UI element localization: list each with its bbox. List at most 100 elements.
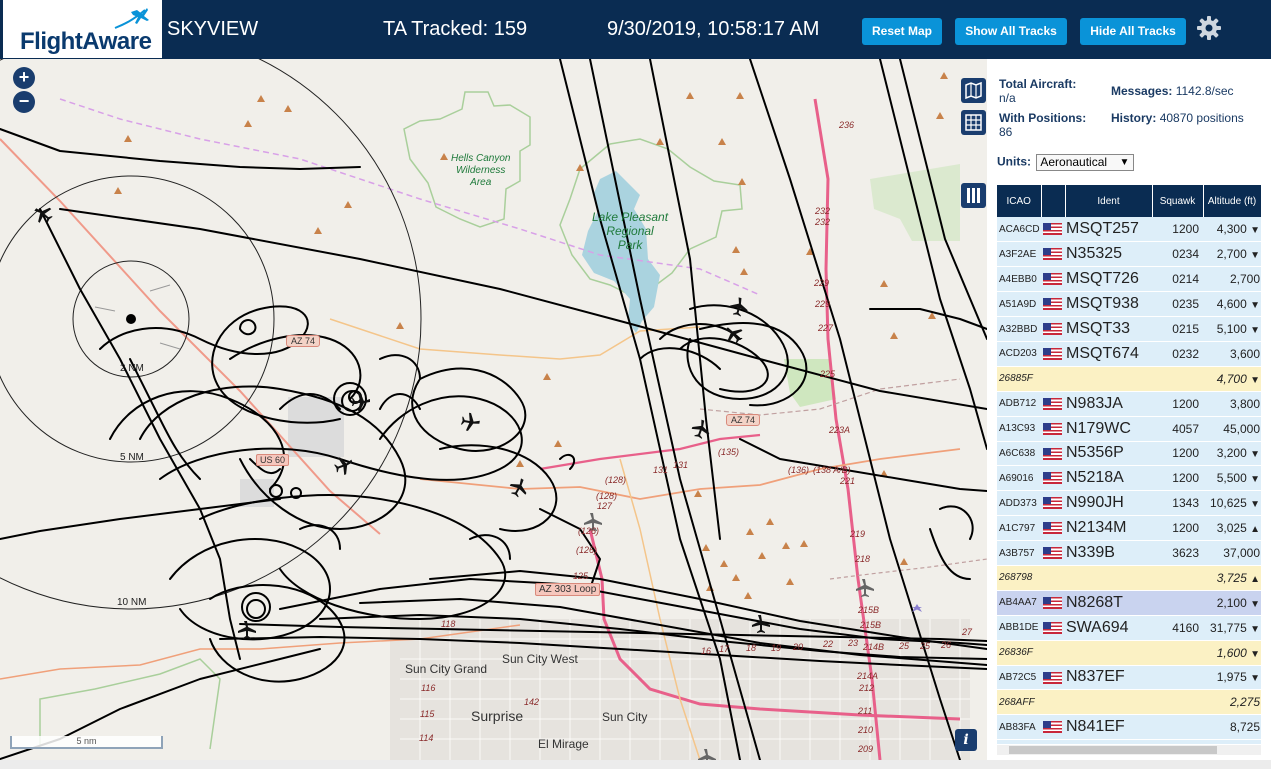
- table-row[interactable]: A4EBB0 MSQT726 0214 2,700: [997, 266, 1261, 293]
- road-label: 225: [820, 369, 836, 379]
- label-hells-canyon: Hells Canyon Wilderness Area: [451, 153, 511, 188]
- table-row[interactable]: A6C638 N5356P 1200 3,200 ▼: [997, 441, 1261, 467]
- table-row[interactable]: A1C797 N2134M 1200 3,025 ▲: [997, 515, 1261, 542]
- top-header: FlightAware SKYVIEW TA Tracked: 159 9/30…: [0, 0, 1271, 59]
- aircraft-icon[interactable]: [352, 393, 370, 411]
- columns-toggle-button[interactable]: [961, 183, 986, 208]
- column-header-altitude[interactable]: Altitude (ft): [1203, 185, 1261, 217]
- table-row[interactable]: AB4AA7 N8268T 2,100 ▼: [997, 590, 1261, 616]
- app-title: SKYVIEW: [167, 18, 259, 40]
- map-view[interactable]: Hells Canyon Wilderness Area Lake Pleasant…: [0, 59, 987, 760]
- cell-flag: [1041, 615, 1065, 641]
- road-label: 17: [719, 644, 730, 654]
- zoom-in-button[interactable]: +: [13, 67, 35, 89]
- column-header-icao[interactable]: ICAO: [997, 185, 1042, 217]
- table-row[interactable]: 268798 3,725 ▲: [997, 565, 1261, 591]
- cell-altitude: 45,000: [1203, 416, 1261, 442]
- table-row[interactable]: 268AFF 2,275: [997, 689, 1261, 716]
- ring-label-2nm: 2 NM: [120, 363, 144, 374]
- table-row[interactable]: AB72C5 N837EF 1,975 ▼: [997, 665, 1261, 691]
- cell-squawk: 4160: [1152, 615, 1203, 641]
- table-row[interactable]: 26836F 1,600 ▼: [997, 640, 1261, 666]
- table-row[interactable]: A32BBD MSQT33 0215 5,100 ▼: [997, 316, 1261, 342]
- aircraft-table-container[interactable]: ICAO Ident Squawk Altitude (ft) ACA6CD MS…: [997, 185, 1261, 744]
- cell-squawk: 0214: [1152, 266, 1203, 293]
- cell-squawk: [1152, 689, 1203, 716]
- cell-ident: N837EF: [1065, 665, 1152, 691]
- table-row[interactable]: ACA6CD MSQT257 1200 4,300 ▼: [997, 217, 1261, 243]
- altitude-value: 37,000: [1223, 546, 1260, 561]
- us-flag-icon: [1043, 323, 1062, 336]
- cell-altitude: 3,800: [1203, 391, 1261, 417]
- cell-squawk: 1200: [1152, 515, 1203, 542]
- cell-icao: A6C638: [997, 441, 1041, 467]
- aircraft-icon[interactable]: [690, 418, 713, 441]
- us-flag-icon: [1043, 273, 1062, 286]
- us-flag-icon: [1043, 248, 1062, 261]
- column-header-squawk[interactable]: Squawk: [1152, 185, 1204, 217]
- horizontal-scrollbar[interactable]: [997, 745, 1261, 755]
- total-aircraft-label: Total Aircraft:: [999, 77, 1077, 91]
- map-layers-button[interactable]: [961, 78, 986, 103]
- road-label: (135): [718, 447, 740, 457]
- cell-flag: [1041, 665, 1065, 691]
- reset-map-button[interactable]: Reset Map: [862, 18, 942, 45]
- table-row[interactable]: A11435 N169ME: [997, 739, 1261, 744]
- road-label: 18: [746, 643, 757, 653]
- column-header-ident[interactable]: Ident: [1065, 185, 1153, 217]
- grid-icon: [965, 114, 982, 131]
- cell-altitude: 4,700 ▼: [1203, 366, 1261, 392]
- shield-az74-west: AZ 74: [286, 335, 321, 347]
- cell-icao: ADB712: [997, 391, 1041, 417]
- table-row[interactable]: A3F2AE N35325 0234 2,700 ▼: [997, 241, 1261, 268]
- table-row[interactable]: ACD203 MSQT674 0232 3,600: [997, 341, 1261, 367]
- cell-squawk: 0235: [1152, 291, 1203, 318]
- gear-icon[interactable]: [1196, 15, 1222, 41]
- grid-toggle-button[interactable]: [961, 110, 986, 135]
- zoom-out-button[interactable]: −: [13, 91, 35, 113]
- table-row[interactable]: ABB1DE SWA694 4160 31,775 ▼: [997, 615, 1261, 641]
- road-label: 114: [419, 733, 434, 743]
- positions-stat: With Positions: 86: [999, 111, 1086, 139]
- cell-altitude: 1,975 ▼: [1203, 665, 1261, 691]
- aircraft-table: ICAO Ident Squawk Altitude (ft) ACA6CD MS…: [997, 185, 1261, 744]
- table-row[interactable]: ADB712 N983JA 1200 3,800: [997, 391, 1261, 417]
- table-row[interactable]: A13C93 N179WC 4057 45,000: [997, 416, 1261, 442]
- altitude-trend-icon: ▼: [1250, 474, 1260, 486]
- altitude-value: 2,275: [1229, 695, 1260, 710]
- table-row[interactable]: A3B757 N339B 3623 37,000: [997, 540, 1261, 566]
- table-row[interactable]: A69016 N5218A 1200 5,500 ▼: [997, 465, 1261, 492]
- cell-squawk: [1152, 739, 1203, 744]
- road-label: 215B: [858, 605, 880, 615]
- column-header-flag[interactable]: [1041, 185, 1066, 217]
- table-header-row: ICAO Ident Squawk Altitude (ft): [997, 185, 1261, 217]
- road-label: 229: [815, 299, 831, 309]
- units-value: Aeronautical: [1040, 155, 1108, 169]
- label-sun-city-grand: Sun City Grand: [405, 662, 488, 676]
- info-button[interactable]: i: [955, 729, 977, 751]
- units-select[interactable]: Aeronautical ▼: [1036, 154, 1135, 171]
- cell-icao: A13C93: [997, 416, 1041, 442]
- cell-flag: [1041, 689, 1065, 716]
- cell-ident: N35325: [1065, 241, 1152, 268]
- cell-icao: A4EBB0: [997, 266, 1041, 293]
- table-row[interactable]: ADD373 N990JH 1343 10,625 ▼: [997, 490, 1261, 517]
- shield-az303-loop: AZ 303 Loop: [535, 583, 601, 596]
- show-all-tracks-button[interactable]: Show All Tracks: [955, 18, 1067, 45]
- hide-all-tracks-button[interactable]: Hide All Tracks: [1080, 18, 1186, 45]
- skyview-app: FlightAware SKYVIEW TA Tracked: 159 9/30…: [0, 0, 1271, 769]
- scrollbar-thumb[interactable]: [1009, 746, 1217, 754]
- table-row[interactable]: A51A9D MSQT938 0235 4,600 ▼: [997, 291, 1261, 318]
- table-row[interactable]: AB83FA N841EF 8,725: [997, 714, 1261, 741]
- table-row[interactable]: 26885F 4,700 ▼: [997, 366, 1261, 392]
- altitude-value: 2,700: [1229, 272, 1260, 287]
- aircraft-icon[interactable]: [728, 296, 750, 318]
- aircraft-icon[interactable]: [460, 412, 481, 433]
- cell-icao: AB83FA: [997, 714, 1041, 741]
- altitude-value: 10,625: [1210, 496, 1247, 511]
- cell-altitude: [1203, 739, 1261, 744]
- label-sun-city: Sun City: [602, 710, 648, 724]
- road-label: 221: [840, 476, 856, 486]
- logo[interactable]: FlightAware: [3, 0, 162, 58]
- altitude-value: 31,775: [1210, 620, 1247, 635]
